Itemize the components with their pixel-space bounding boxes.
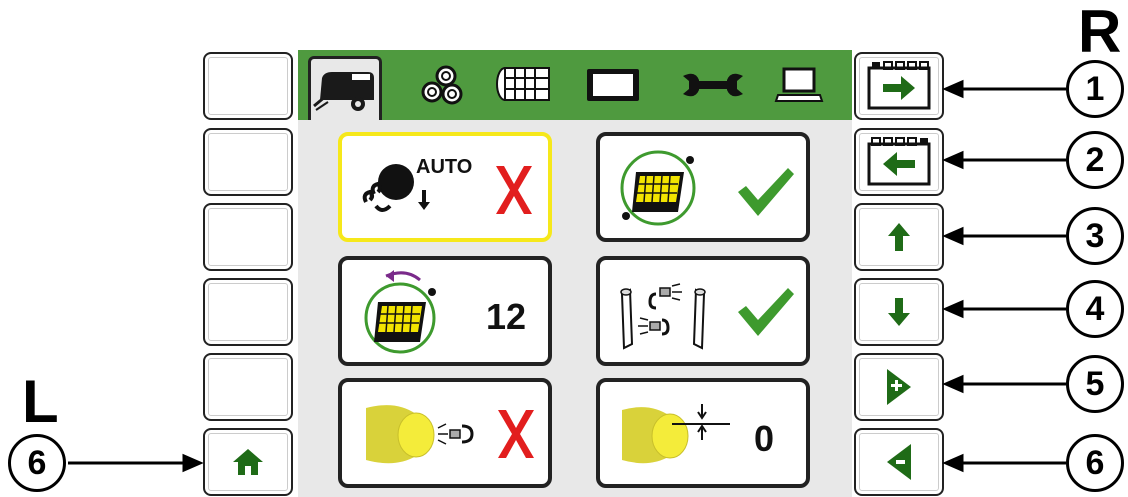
scroll-down-button[interactable] [854, 278, 944, 346]
left-key-2[interactable] [203, 128, 293, 196]
check-icon [738, 168, 794, 216]
left-key-4[interactable] [203, 278, 293, 346]
tab-bar [298, 50, 852, 120]
cross-icon [496, 166, 532, 214]
bales-icon [421, 65, 463, 105]
callout-6-left: 6 [8, 434, 66, 492]
arrow-down-icon [888, 298, 910, 326]
baler-icon [313, 71, 374, 111]
left-key-1[interactable] [203, 52, 293, 120]
tab-bales[interactable] [406, 56, 476, 114]
tab-service[interactable] [678, 56, 748, 114]
tile-pickup-monitoring[interactable] [596, 132, 810, 242]
decrease-button[interactable] [854, 428, 944, 496]
tile-bale-sensor[interactable] [338, 378, 552, 488]
callout-2: 2 [1066, 131, 1124, 189]
increase-icon [887, 369, 911, 405]
pickup-rotation-icon [364, 270, 436, 354]
increase-button[interactable] [854, 353, 944, 421]
arrow-up-icon [888, 223, 910, 251]
bale-diameter-value: 0 [754, 418, 775, 459]
pickup-speed-value: 12 [486, 296, 527, 337]
callout-1: 1 [1066, 60, 1124, 118]
home-button[interactable] [203, 428, 293, 496]
left-key-3[interactable] [203, 203, 293, 271]
tile-sensors-check[interactable] [596, 256, 810, 366]
left-key-5[interactable] [203, 353, 293, 421]
tab-net-roll[interactable] [492, 56, 562, 114]
wrench-icon [683, 73, 743, 97]
tab-baler[interactable] [308, 56, 382, 120]
callout-5: 5 [1066, 355, 1124, 413]
home-icon [233, 449, 263, 475]
tile-auto-bale-eject[interactable]: AUTO [338, 132, 552, 242]
net-roll-icon [496, 67, 550, 101]
scroll-up-button[interactable] [854, 203, 944, 271]
right-side-label: R [1078, 0, 1122, 65]
decrease-icon [887, 444, 911, 480]
previous-page-button[interactable] [854, 128, 944, 196]
bale-diameter-icon [622, 404, 730, 464]
sensor-hooks-icon [620, 283, 706, 350]
left-side-label: L [22, 368, 59, 435]
tile-pickup-speed[interactable]: 12 [338, 256, 552, 366]
tab-display[interactable] [578, 56, 648, 114]
next-page-button[interactable] [854, 52, 944, 120]
auto-label: AUTO [416, 156, 473, 178]
tile-bale-diameter-adjust[interactable]: 0 [596, 378, 810, 488]
callout-4: 4 [1066, 280, 1124, 338]
next-page-icon [867, 61, 931, 110]
check-icon [738, 288, 794, 336]
pickup-icon [620, 150, 696, 226]
bale-sensor-icon [366, 405, 474, 464]
callout-6-right: 6 [1066, 434, 1124, 492]
tab-computer[interactable] [764, 56, 834, 114]
previous-page-icon [867, 137, 931, 186]
display-icon [587, 69, 639, 101]
cross-icon [498, 410, 534, 458]
laptop-icon [774, 67, 824, 102]
callout-3: 3 [1066, 207, 1124, 265]
